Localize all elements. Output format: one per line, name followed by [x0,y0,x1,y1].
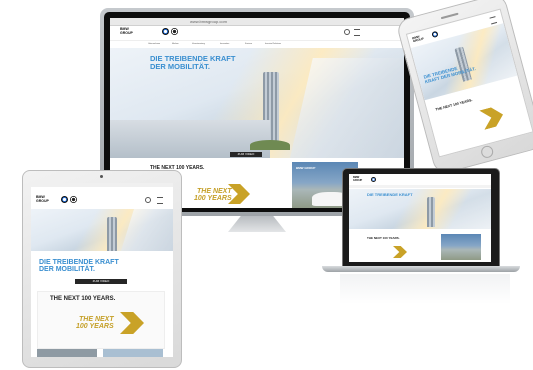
nav-item-investor[interactable]: Investor Relations [265,43,281,45]
laptop-wordmark-line2: GROUP [353,178,363,182]
nav-item-innovation[interactable]: Innovation [220,43,229,45]
nav-item-unternehmen[interactable]: Unternehmen [148,43,160,45]
laptop-base [322,266,520,272]
tablet-screen: BMW GROUP DIE TREIBENDE KRAFT DER MOBILI… [31,183,173,357]
tablet-menu-icon[interactable] [157,197,163,204]
phone-next-100-chevron-icon [479,105,505,130]
laptop-nav-bar [349,185,491,188]
phone-speaker [440,12,459,20]
browser-url: www.bmwgroup.com [190,19,227,24]
trees [250,140,290,150]
laptop-teaser-image[interactable] [441,234,481,260]
phone-bmw-logo-icon[interactable] [431,30,439,39]
brand-wordmark[interactable]: BMW GROUP [120,27,133,35]
tablet-device: BMW GROUP DIE TREIBENDE KRAFT DER MOBILI… [22,170,182,368]
tablet-gold-line1: THE NEXT [79,316,114,323]
phone-menu-icon[interactable] [489,16,498,25]
browser-address-bar[interactable]: www.bmwgroup.com [110,18,404,26]
bmw-logo-icon[interactable] [162,28,169,35]
phone-home-button[interactable] [479,144,495,160]
nav-item-marken[interactable]: Marken [172,43,179,45]
tablet-search-icon[interactable] [145,197,151,203]
laptop-reflection [340,274,510,304]
phone-device: BMW GROUP DIE TREIBENDE KRAFT DER MOBILI… [395,0,533,176]
mini-logo-icon[interactable] [171,28,178,35]
gold-line2: 100 YEARS [194,195,232,203]
tablet-gold-line2: 100 YEARS [76,323,114,331]
tablet-next-100-gold-text: THE NEXT 100 YEARS [76,316,114,331]
laptop-next-100-title: THE NEXT 100 YEARS. [367,236,400,240]
tablet-hero-image [31,209,173,251]
nav-item-verantwortung[interactable]: Verantwortung [192,43,205,45]
search-icon[interactable] [344,29,350,35]
menu-icon[interactable] [354,29,360,36]
tablet-bmw-logo-icon[interactable] [61,196,68,203]
teaser-label: BMW GROUP [296,166,316,170]
tablet-wordmark-line2: GROUP [36,198,49,203]
tablet-next-100-card[interactable]: THE NEXT 100 YEARS. THE NEXT 100 YEARS [37,291,165,349]
tablet-camera [100,175,103,178]
tablet-bmw-tower [107,217,117,251]
hero-headline-line2: DER MOBILITÄT. [150,61,210,71]
tablet-status-bar [31,183,173,187]
hero-cta-button[interactable]: ZUM VIDEO [230,152,262,157]
next-100-gold-text: THE NEXT 100 YEARS [194,188,232,203]
tablet-headline-line2: DER MOBILITÄT. [39,266,95,274]
hero-headline: DIE TREIBENDE KRAFT DER MOBILITÄT. [150,55,235,71]
tablet-teaser-right[interactable] [103,349,163,357]
phone-next-100-title: THE NEXT 100 YEARS. [434,98,473,112]
tablet-mini-logo-icon[interactable] [70,196,77,203]
phone-screen: BMW GROUP DIE TREIBENDE KRAFT DER MOBILI… [405,8,533,158]
gold-line1: THE NEXT [197,188,232,195]
laptop-bmw-logo-icon[interactable] [371,177,376,182]
tablet-next-100-chevron-icon [120,312,144,334]
wordmark-line2: GROUP [120,30,133,35]
laptop-bmw-tower [427,197,435,227]
phone-brand-wordmark[interactable]: BMW GROUP [412,35,424,44]
tablet-next-100-title: THE NEXT 100 YEARS. [50,296,116,302]
laptop-next-100-chevron-icon [393,246,407,258]
tablet-brand-wordmark[interactable]: BMW GROUP [36,195,49,203]
tablet-hero-cta-button[interactable]: ZUM VIDEO [75,279,127,284]
laptop-brand-wordmark[interactable]: BMW GROUP [353,176,363,182]
nav-item-karriere[interactable]: Karriere [245,43,252,45]
phone-wordmark-line2: GROUP [412,36,425,44]
phone-hero-image [410,23,518,101]
laptop-screen: BMW GROUP DIE TREIBENDE KRAFT THE NEXT 1… [349,174,491,262]
tablet-hero-headline: DIE TREIBENDE KRAFT DER MOBILITÄT. [39,259,119,274]
monitor-stand [228,216,286,232]
tablet-teaser-left[interactable] [37,349,97,357]
laptop-hero-headline: DIE TREIBENDE KRAFT [367,192,413,197]
